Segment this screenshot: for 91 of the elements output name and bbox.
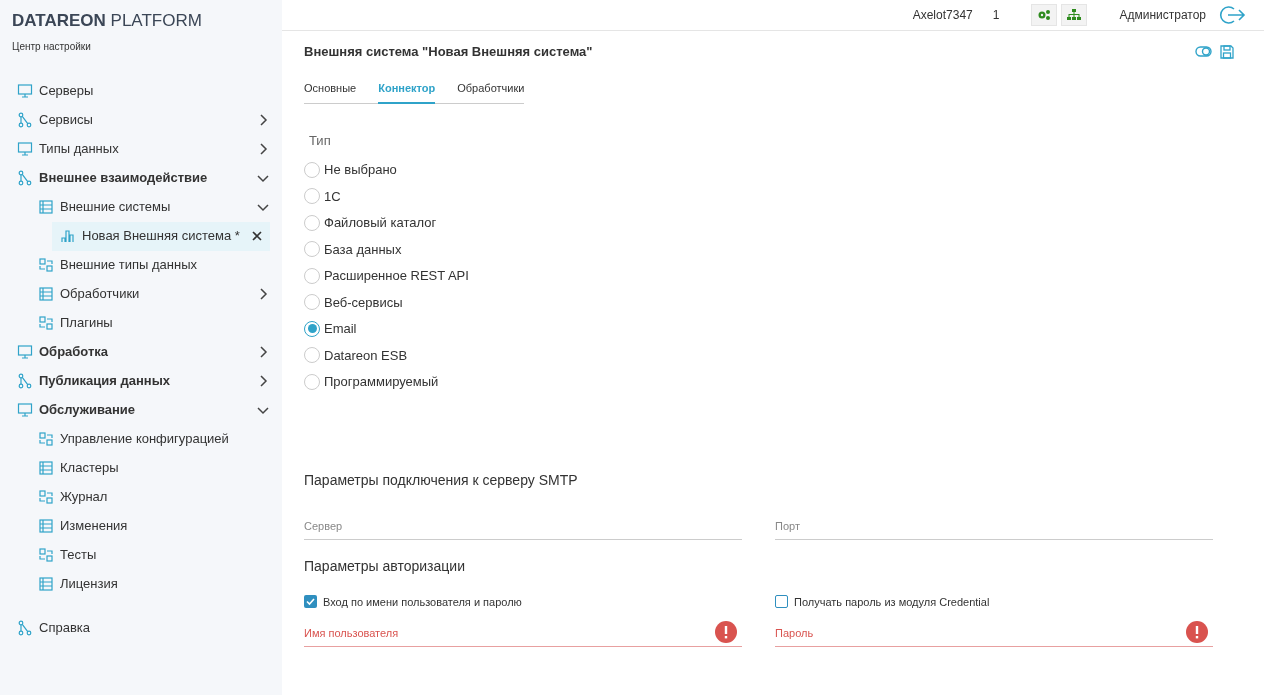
- radio-label: 1С: [324, 187, 341, 206]
- nav-icon: [38, 431, 54, 447]
- nav-label: Плагины: [60, 314, 113, 333]
- page-title: Внешняя система "Новая Внешняя система": [304, 43, 593, 61]
- nav-label: Управление конфигурацией: [60, 430, 229, 449]
- close-icon[interactable]: [252, 231, 262, 241]
- nav-label: Тесты: [60, 546, 97, 565]
- nav-label: Журнал: [60, 488, 108, 507]
- nav-item[interactable]: Обслуживание: [17, 395, 270, 425]
- nav-label: Сервисы: [39, 111, 93, 130]
- nav-item[interactable]: Внешние типы данных: [38, 250, 270, 280]
- nav-icon: [38, 199, 54, 215]
- nav-item[interactable]: Внешние системы: [38, 192, 270, 222]
- nav-icon: [38, 460, 54, 476]
- input-field[interactable]: Сервер: [304, 513, 742, 540]
- hierarchy-button[interactable]: [1061, 4, 1088, 26]
- nav-label: Внешние системы: [60, 198, 171, 217]
- tab[interactable]: Основные: [304, 79, 357, 104]
- nav-icon: [17, 112, 33, 128]
- nav-label: Новая Внешняя система *: [82, 227, 240, 246]
- radio-label: Не выбрано: [324, 161, 397, 179]
- toggle-icon[interactable]: [1195, 46, 1212, 58]
- radio-label: Расширенное REST API: [324, 267, 469, 285]
- checkbox-label: Получать пароль из модуля Credential: [794, 594, 990, 610]
- checkbox-label: Вход по имени пользователя и паролю: [323, 594, 522, 610]
- nav-label: Серверы: [39, 82, 94, 101]
- nav-item[interactable]: Сервисы: [17, 105, 270, 135]
- nav-icon: [17, 402, 33, 418]
- radio-label: Email: [324, 320, 357, 338]
- nav-item[interactable]: Новая Внешняя система *: [52, 221, 270, 251]
- tab[interactable]: Обработчики: [457, 79, 525, 104]
- nav-item[interactable]: Внешнее взаимодействие: [17, 163, 270, 193]
- nav-item[interactable]: Изменения: [38, 511, 270, 541]
- nav-label: Кластеры: [60, 459, 119, 478]
- nav-icon: [38, 286, 54, 302]
- nav-icon: [17, 83, 33, 99]
- nav-icon: [17, 620, 33, 636]
- nav-label: Обработчики: [60, 285, 140, 304]
- nav-item[interactable]: Журнал: [38, 482, 270, 512]
- nav-item[interactable]: Типы данных: [17, 134, 270, 164]
- nav-label: Обработка: [39, 343, 109, 362]
- radio-label: База данных: [324, 240, 402, 259]
- nav-label: Внешние типы данных: [60, 256, 198, 275]
- error-icon: [1186, 621, 1208, 643]
- nav-icon: [17, 344, 33, 360]
- nav-label: Публикация данных: [39, 372, 170, 391]
- type-label: Тип: [309, 132, 332, 150]
- user-code: Axelot7347: [912, 7, 973, 24]
- nav-label: Внешнее взаимодействие: [39, 169, 208, 188]
- radio-label: Программируемый: [324, 373, 439, 391]
- nav-icon: [38, 315, 54, 331]
- nav-icon: [17, 373, 33, 389]
- nav-label: Типы данных: [39, 140, 119, 159]
- nav-item[interactable]: Серверы: [17, 76, 270, 106]
- nav-label: Изменения: [60, 517, 128, 536]
- nav-label: Справка: [39, 619, 90, 638]
- nav-icon: [38, 547, 54, 563]
- nav-item[interactable]: Публикация данных: [17, 366, 270, 396]
- nav-item[interactable]: Тесты: [38, 540, 270, 570]
- nav-icon: [38, 576, 54, 592]
- radio-label: Файловый каталог: [324, 214, 437, 232]
- section-heading: Параметры авторизации: [304, 556, 466, 576]
- logout-icon[interactable]: [1218, 5, 1246, 25]
- nav-icon: [60, 228, 76, 244]
- counter: 1: [992, 7, 1000, 24]
- nav-icon: [38, 257, 54, 273]
- checkbox[interactable]: [775, 595, 788, 609]
- input-field[interactable]: Порт: [775, 513, 1213, 540]
- nav-item[interactable]: Плагины: [38, 308, 270, 338]
- nav-label: Обслуживание: [39, 401, 135, 420]
- hierarchy-icon: [1067, 9, 1082, 21]
- nav-item[interactable]: Лицензия: [38, 569, 270, 599]
- nav-icon: [38, 518, 54, 534]
- save-icon[interactable]: [1220, 44, 1234, 59]
- nav-item[interactable]: Обработка: [17, 337, 270, 367]
- user-role: Администратор: [1119, 7, 1206, 24]
- nav-icon: [17, 141, 33, 157]
- brand-subtitle: Центр настройки: [12, 39, 92, 54]
- brand-logo: DATAREON PLATFORM: [12, 10, 203, 32]
- nav-item[interactable]: Кластеры: [38, 453, 270, 483]
- radio-label: Веб-сервисы: [324, 293, 403, 312]
- nav-icon: [17, 170, 33, 186]
- error-icon: [715, 621, 737, 643]
- nav-item[interactable]: Обработчики: [38, 279, 270, 309]
- nav-label: Лицензия: [60, 575, 118, 594]
- checkbox[interactable]: [304, 595, 317, 609]
- nav-item[interactable]: Справка: [17, 613, 270, 643]
- section-heading: Параметры подключения к серверу SMTP: [304, 471, 579, 490]
- radio-label: Datareon ESB: [324, 346, 408, 365]
- nav-icon: [38, 489, 54, 505]
- nav-item[interactable]: Управление конфигурацией: [38, 424, 270, 454]
